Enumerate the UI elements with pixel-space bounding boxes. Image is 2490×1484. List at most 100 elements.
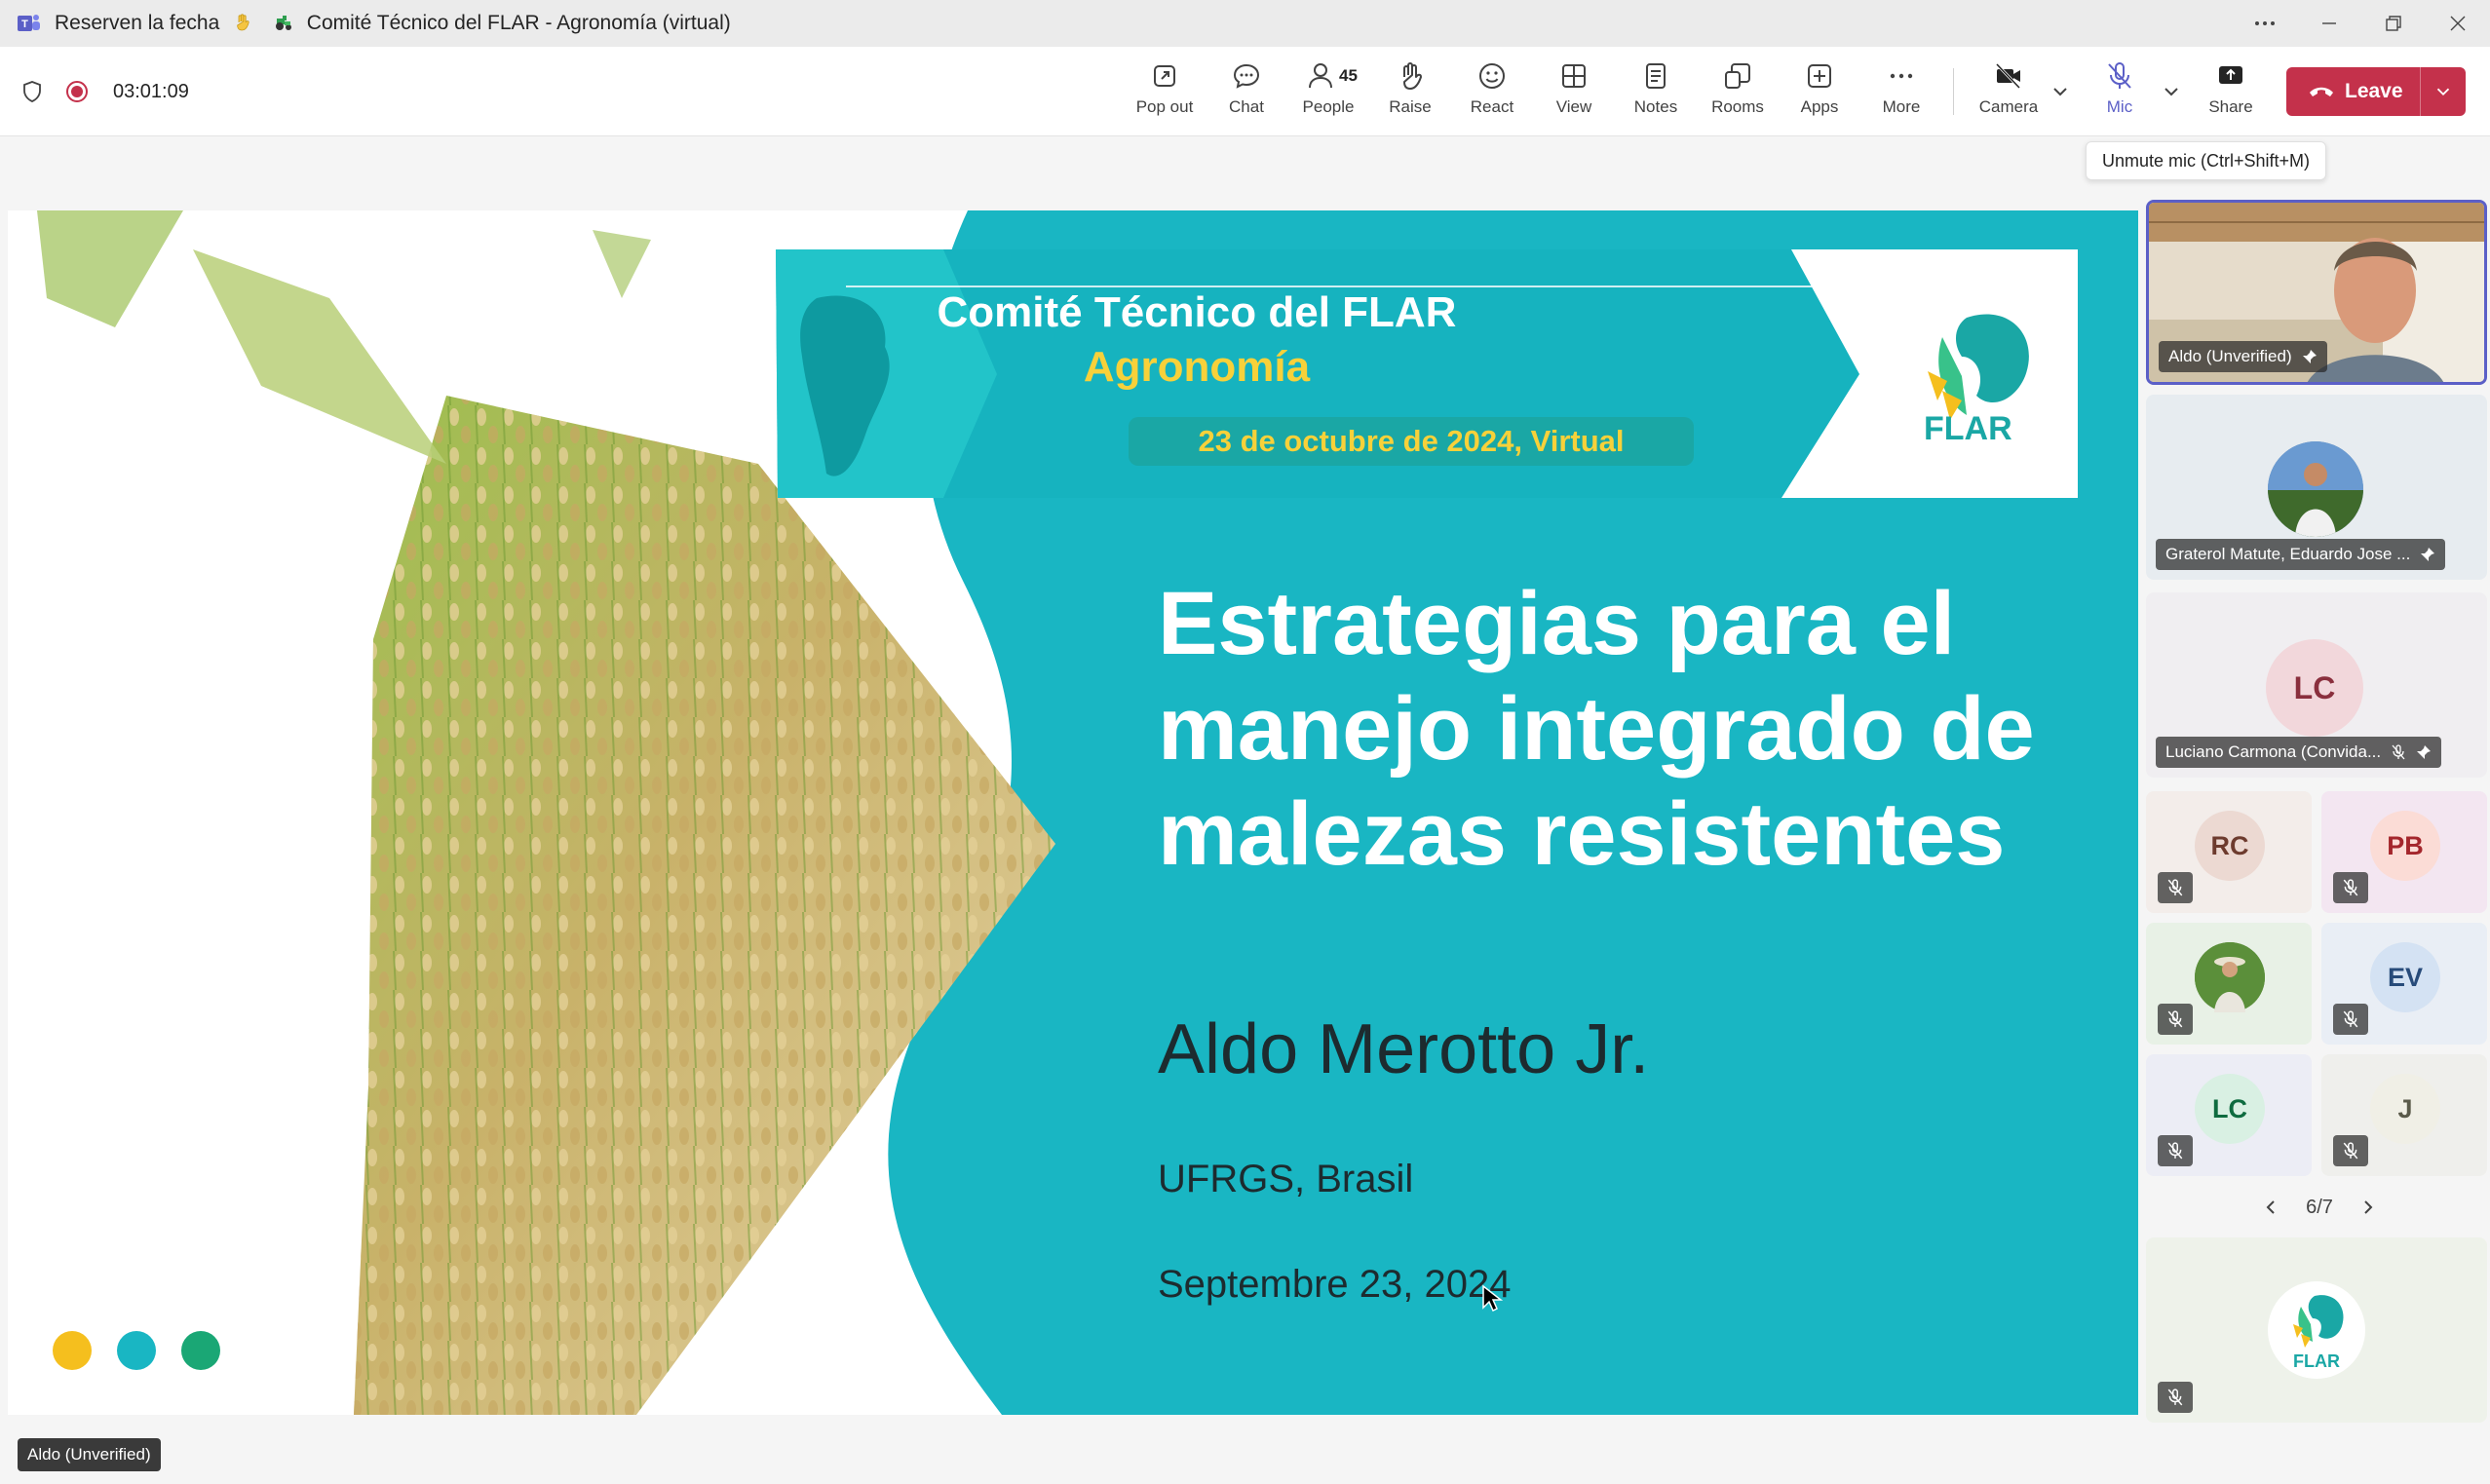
pin-icon[interactable]: [2302, 349, 2318, 364]
title-bar: T Reserven la fecha Comité Técnico del F…: [0, 0, 2490, 47]
hang-up-icon: [2310, 87, 2333, 96]
react-button[interactable]: React: [1454, 60, 1530, 125]
more-button[interactable]: More: [1863, 60, 1939, 125]
more-icon: [1890, 73, 1913, 79]
mic-off-badge: [2333, 1135, 2368, 1166]
participant-tile[interactable]: J: [2321, 1054, 2487, 1176]
pin-icon[interactable]: [2420, 547, 2435, 562]
close-icon: [2450, 16, 2466, 31]
mic-off-badge: [2158, 1004, 2193, 1035]
slide-affiliation: UFRGS, Brasil: [1158, 1158, 1414, 1200]
svg-text:T: T: [21, 19, 28, 30]
meeting-timer: 03:01:09: [113, 80, 189, 102]
avatar: [2268, 441, 2363, 537]
toolbar-divider: [1953, 68, 1954, 115]
participant-tile-aldo[interactable]: Aldo (Unverified): [2146, 200, 2487, 385]
meeting-toolbar: 03:01:09 Pop out Chat 45 People Raise Re…: [0, 47, 2490, 136]
grid-view-icon: [1562, 64, 1586, 88]
participant-name-label: Luciano Carmona (Convida...: [2156, 737, 2442, 768]
slide-date: Septembre 23, 2024: [1158, 1263, 1512, 1306]
tractor-emoji-icon: [275, 16, 291, 30]
recording-icon: [66, 81, 88, 102]
page-indicator: 6/7: [2306, 1196, 2333, 1218]
participant-tile[interactable]: EV: [2321, 923, 2487, 1045]
restore-icon: [2386, 16, 2401, 31]
mic-off-icon: [2167, 879, 2183, 896]
mic-off-icon: [2167, 1142, 2183, 1160]
smiley-icon: [1479, 63, 1505, 89]
mic-off-badge: [2158, 872, 2193, 903]
participant-tile[interactable]: PB: [2321, 791, 2487, 913]
chevron-left-icon[interactable]: [2261, 1198, 2280, 1217]
slide-heading: Estrategias para el manejo integrado de …: [1158, 574, 2035, 884]
mic-off-icon: [2108, 62, 2131, 89]
participant-tile-flar[interactable]: FLAR: [2146, 1237, 2487, 1423]
window-more-button[interactable]: [2233, 0, 2297, 47]
shared-presentation-slide: Comité Técnico del FLAR Agronomía 23 de …: [8, 210, 2138, 1415]
avatar-photo: [2195, 942, 2265, 1012]
raise-hand-icon: [1403, 62, 1422, 90]
chat-icon: [1233, 63, 1260, 89]
yellow-dot: [53, 1331, 92, 1370]
chat-button[interactable]: Chat: [1208, 60, 1284, 125]
avatar: LC: [2195, 1074, 2265, 1144]
leave-button[interactable]: Leave: [2286, 67, 2466, 116]
mic-off-icon: [2167, 1389, 2183, 1406]
share-button[interactable]: Share: [2193, 60, 2269, 125]
presenter-name-tag: Aldo (Unverified): [18, 1438, 161, 1471]
participant-tile[interactable]: LC: [2146, 1054, 2312, 1176]
camera-options-chevron-icon[interactable]: [2049, 80, 2072, 103]
participant-tile-luciano[interactable]: LC Luciano Carmona (Convida...: [2146, 592, 2487, 778]
view-button[interactable]: View: [1536, 60, 1612, 125]
mic-off-icon: [2343, 1010, 2358, 1028]
rooms-button[interactable]: Rooms: [1700, 60, 1776, 125]
avatar: PB: [2370, 811, 2440, 881]
mic-button[interactable]: Mic: [2082, 60, 2158, 125]
avatar: J: [2370, 1074, 2440, 1144]
people-button[interactable]: 45 People: [1290, 60, 1366, 125]
mouse-cursor-icon: [1482, 1284, 1503, 1313]
participant-tile[interactable]: RC: [2146, 791, 2312, 913]
chevron-down-icon: [2436, 88, 2450, 96]
mic-off-badge: [2333, 1004, 2368, 1035]
add-apps-icon: [1808, 64, 1831, 88]
rooms-icon: [1725, 63, 1750, 89]
mic-off-icon: [2167, 1010, 2183, 1028]
participant-tile[interactable]: [2146, 923, 2312, 1045]
window-title: Reserven la fecha Comité Técnico del FLA…: [55, 12, 731, 34]
popout-button[interactable]: Pop out: [1127, 60, 1203, 125]
apps-button[interactable]: Apps: [1781, 60, 1858, 125]
people-count: 45: [1339, 66, 1358, 85]
avatar: RC: [2195, 811, 2265, 881]
notes-icon: [1646, 63, 1666, 89]
mic-options-chevron-icon[interactable]: [2160, 80, 2183, 103]
leave-options-button[interactable]: [2421, 67, 2466, 116]
people-icon: [1309, 63, 1332, 89]
share-screen-icon: [2219, 66, 2242, 84]
chevron-right-icon[interactable]: [2358, 1198, 2378, 1217]
camera-off-icon: [1995, 62, 2021, 90]
teams-app-icon: T: [18, 15, 40, 31]
shield-icon[interactable]: [19, 79, 45, 104]
green-dot: [181, 1331, 220, 1370]
mic-off-badge: [2158, 1382, 2193, 1413]
notes-button[interactable]: Notes: [1618, 60, 1694, 125]
avatar: EV: [2370, 942, 2440, 1012]
popout-icon: [1154, 65, 1175, 87]
restore-button[interactable]: [2361, 0, 2426, 47]
mic-tooltip: Unmute mic (Ctrl+Shift+M): [2086, 141, 2327, 180]
participant-tile-graterol[interactable]: Graterol Matute, Eduardo Jose ...: [2146, 395, 2487, 580]
participant-pager: 6/7: [2261, 1191, 2378, 1224]
raise-hand-button[interactable]: Raise: [1372, 60, 1448, 125]
flar-logo-text: FLAR: [1924, 410, 2012, 447]
hand-emoji-icon: [237, 14, 249, 31]
camera-button[interactable]: Camera: [1971, 60, 2047, 125]
avatar: FLAR: [2268, 1281, 2365, 1379]
close-window-button[interactable]: [2426, 0, 2490, 47]
minimize-icon: [2322, 22, 2336, 24]
participant-name-label: Graterol Matute, Eduardo Jose ...: [2156, 539, 2446, 570]
pin-icon[interactable]: [2416, 744, 2432, 760]
ellipsis-icon: [2255, 21, 2275, 25]
avatar: LC: [2266, 639, 2363, 737]
minimize-button[interactable]: [2297, 0, 2361, 47]
